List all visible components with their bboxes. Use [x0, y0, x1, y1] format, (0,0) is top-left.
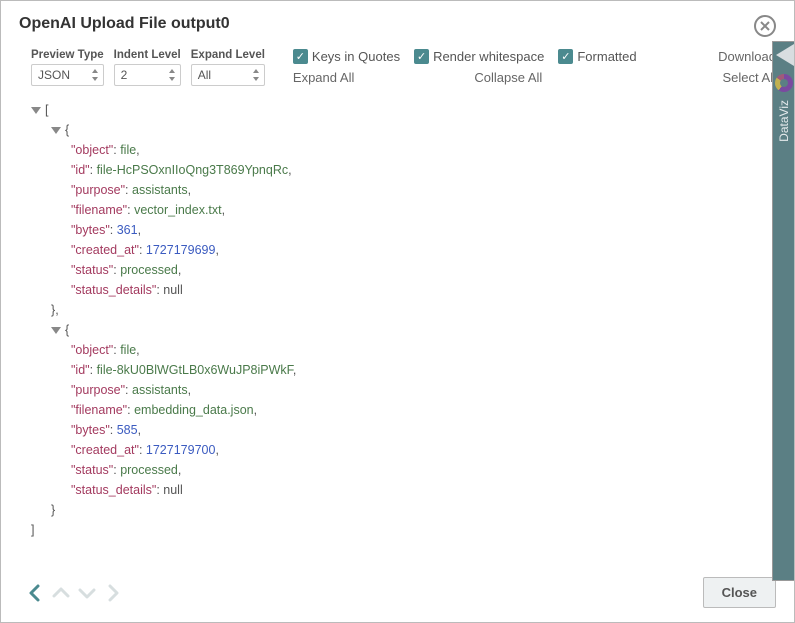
toggle-icon[interactable]: [51, 327, 61, 334]
dataviz-icon[interactable]: [775, 74, 793, 92]
indent-level-group: Indent Level 2: [114, 49, 181, 86]
expand-level-value: All: [198, 68, 211, 82]
formatted-label: Formatted: [577, 49, 636, 64]
preview-type-group: Preview Type JSON: [31, 49, 104, 86]
close-button[interactable]: Close: [703, 577, 776, 608]
prev-record-icon[interactable]: [25, 583, 45, 603]
dialog-footer: Close: [1, 567, 794, 622]
toggle-icon[interactable]: [31, 107, 41, 114]
dialog-title: OpenAI Upload File output0: [19, 15, 230, 33]
toggle-icon[interactable]: [51, 127, 61, 134]
indent-level-label: Indent Level: [114, 49, 181, 61]
preview-type-select[interactable]: JSON: [31, 64, 104, 86]
preview-type-label: Preview Type: [31, 49, 104, 61]
indent-level-value: 2: [121, 68, 128, 82]
keys-in-quotes-label: Keys in Quotes: [312, 49, 400, 64]
dialog-header: OpenAI Upload File output0: [1, 1, 794, 43]
keys-in-quotes-checkbox[interactable]: ✓ Keys in Quotes: [293, 49, 400, 64]
check-icon: ✓: [293, 49, 308, 64]
next-record-icon[interactable]: [103, 583, 123, 603]
up-icon[interactable]: [51, 583, 71, 603]
json-viewer: [{"object": file,"id": file-HcPSOxnIIoQn…: [1, 96, 794, 567]
collapse-all-link[interactable]: Collapse All: [474, 70, 542, 85]
expand-level-select[interactable]: All: [191, 64, 265, 86]
options-group: ✓ Keys in Quotes ✓ Render whitespace ✓ F…: [293, 49, 708, 85]
controls-row: Preview Type JSON Indent Level 2 Expand …: [1, 43, 794, 96]
render-whitespace-checkbox[interactable]: ✓ Render whitespace: [414, 49, 544, 64]
indent-level-select[interactable]: 2: [114, 64, 181, 86]
close-icon[interactable]: [754, 15, 776, 37]
dataviz-tab[interactable]: DataViz: [777, 100, 791, 142]
formatted-checkbox[interactable]: ✓ Formatted: [558, 49, 636, 64]
download-link[interactable]: Download: [718, 49, 776, 64]
check-icon: ✓: [414, 49, 429, 64]
expand-level-group: Expand Level All: [191, 49, 265, 86]
expand-all-link[interactable]: Expand All: [293, 70, 354, 85]
json-tree: [{"object": file,"id": file-HcPSOxnIIoQn…: [31, 100, 776, 540]
rail-collapse-icon[interactable]: [776, 44, 794, 66]
dialog: OpenAI Upload File output0 Preview Type …: [0, 0, 795, 623]
side-rail: DataViz: [772, 41, 794, 581]
render-whitespace-label: Render whitespace: [433, 49, 544, 64]
nav-arrows: [25, 583, 123, 603]
right-links: Download Select All: [718, 49, 776, 85]
preview-type-value: JSON: [38, 68, 70, 82]
select-all-link[interactable]: Select All: [723, 70, 776, 85]
expand-level-label: Expand Level: [191, 49, 265, 61]
check-icon: ✓: [558, 49, 573, 64]
down-icon[interactable]: [77, 583, 97, 603]
